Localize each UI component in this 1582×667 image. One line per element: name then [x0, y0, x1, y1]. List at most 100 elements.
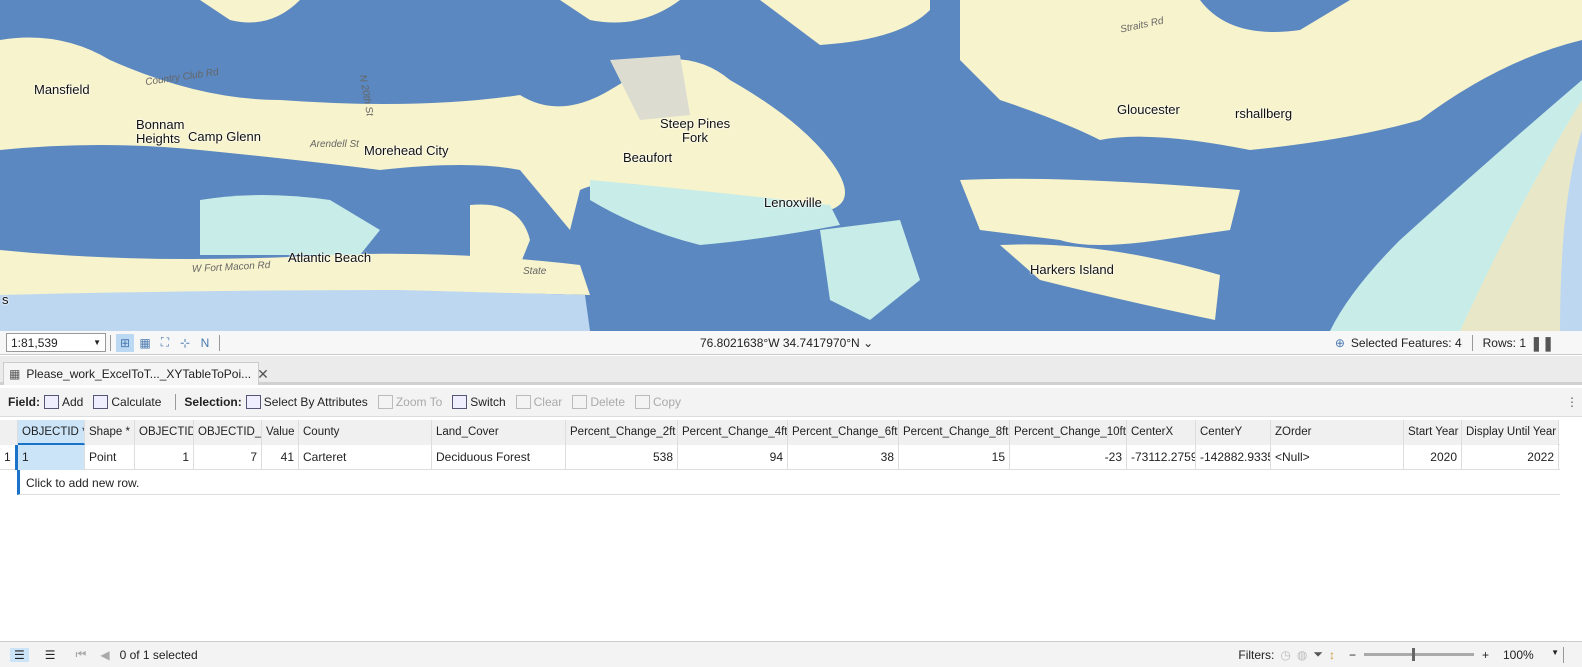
switch-button[interactable]: Switch: [452, 395, 506, 409]
table-cell[interactable]: Carteret: [299, 445, 432, 470]
delete-button[interactable]: Delete: [572, 395, 625, 409]
table-cell[interactable]: -142882.9335: [1196, 445, 1271, 470]
table-cell[interactable]: 94: [678, 445, 788, 470]
close-icon[interactable]: ✕: [257, 366, 269, 383]
column-header[interactable]: Percent_Change_4ft: [678, 420, 788, 445]
rows-count: Rows: 1: [1482, 336, 1526, 350]
table-cell[interactable]: 7: [194, 445, 262, 470]
select-by-attributes-button[interactable]: Select By Attributes: [245, 395, 368, 409]
table-cell[interactable]: Deciduous Forest: [432, 445, 566, 470]
table-cell[interactable]: -73112.2759: [1127, 445, 1196, 470]
snapping-icon[interactable]: ⛶: [156, 334, 174, 352]
table-toolbar: Field: Add Calculate Selection: Select B…: [0, 388, 1582, 417]
column-header[interactable]: Display Until Year: [1462, 420, 1559, 445]
select-all-corner[interactable]: [0, 420, 18, 445]
table-cell[interactable]: 2020: [1404, 445, 1462, 470]
column-header[interactable]: Percent_Change_8ft: [899, 420, 1010, 445]
table-cell[interactable]: 1: [18, 445, 85, 470]
divider: [1471, 335, 1473, 351]
selection-count: 0 of 1 selected: [119, 647, 198, 662]
grid-snap-icon[interactable]: ⊞: [116, 333, 134, 352]
table-cell[interactable]: <Null>: [1271, 445, 1404, 470]
north-arrow-icon[interactable]: N: [196, 334, 214, 352]
table-cell[interactable]: -23: [1010, 445, 1127, 470]
table-header: OBJECTID * Shape * OBJECTID OBJECTID__ Value…: [0, 420, 1560, 445]
pause-icon[interactable]: ❚❚: [1531, 335, 1554, 352]
column-header[interactable]: OBJECTID: [135, 420, 194, 445]
show-all-records-icon[interactable]: ☰: [10, 647, 29, 662]
slider-handle[interactable]: [1411, 648, 1415, 661]
table-cell[interactable]: 538: [566, 445, 678, 470]
table-cell[interactable]: 38: [788, 445, 899, 470]
table-cell[interactable]: 15: [899, 445, 1010, 470]
show-selected-records-icon[interactable]: ☰: [45, 648, 56, 662]
table-cell[interactable]: Point: [85, 445, 135, 470]
column-header[interactable]: CenterX: [1127, 420, 1196, 445]
selected-features-count: Selected Features: 4: [1350, 336, 1462, 350]
table-row[interactable]: 1 1 Point 1 7 41 Carteret Deciduous Forest 538 94…: [0, 445, 1560, 470]
delete-label: Delete: [590, 395, 625, 409]
map-label: rshallberg: [1235, 106, 1293, 121]
selection-status: ⊕ Selected Features: 4 Rows: 1: [1335, 335, 1526, 351]
zoom-to-icon: [377, 395, 393, 409]
column-header[interactable]: County: [299, 420, 432, 445]
column-header[interactable]: CenterY: [1196, 420, 1271, 445]
grid-icon[interactable]: ▦: [136, 334, 154, 352]
scale-dropdown[interactable]: 1:81,539 ▼: [6, 333, 106, 352]
copy-label: Copy: [653, 395, 682, 409]
add-field-icon: [44, 395, 59, 409]
clear-button[interactable]: Clear: [515, 395, 563, 409]
zoom-slider[interactable]: [1363, 648, 1474, 661]
calculate-button[interactable]: Calculate: [93, 395, 161, 409]
map-canvas: [0, 0, 1582, 331]
range-filter-icon[interactable]: ◍: [1297, 648, 1307, 662]
divider: [219, 334, 220, 351]
row-number[interactable]: 1: [0, 445, 18, 470]
copy-icon: [635, 395, 650, 409]
sort-icon[interactable]: ↕: [1329, 648, 1335, 662]
map-label: Fork: [682, 130, 708, 145]
constraint-icon[interactable]: ⊹: [176, 334, 194, 352]
column-header[interactable]: Percent_Change_6ft: [788, 420, 899, 445]
previous-page-icon[interactable]: ◀: [100, 648, 109, 662]
zoom-level-dropdown[interactable]: 100% ▼: [1503, 648, 1559, 662]
column-header[interactable]: Percent_Change_10ft: [1010, 420, 1127, 445]
table-cell[interactable]: 2022: [1462, 445, 1559, 470]
add-field-button[interactable]: Add: [44, 395, 83, 409]
column-header[interactable]: Shape *: [85, 420, 135, 445]
column-header[interactable]: Percent_Change_2ft: [566, 420, 678, 445]
map-label: Steep Pines: [660, 116, 731, 131]
zoom-to-button[interactable]: Zoom To: [377, 395, 442, 409]
add-label: Add: [62, 395, 84, 409]
table-cell[interactable]: 1: [135, 445, 194, 470]
column-header[interactable]: ZOrder: [1271, 420, 1404, 445]
switch-label: Switch: [470, 395, 506, 409]
tab-label: Please_work_ExcelToT..._XYTableToPoi...: [26, 367, 252, 381]
time-filter-icon[interactable]: ◷: [1280, 648, 1290, 662]
zoom-out-icon[interactable]: −: [1349, 648, 1356, 662]
coordinate-readout[interactable]: 76.8021638°W 34.7417970°N ⌄: [700, 336, 873, 350]
map-view[interactable]: Mansfield Country Club Rd N 20th St Bonn…: [0, 0, 1582, 331]
copy-button[interactable]: Copy: [635, 395, 681, 409]
column-header[interactable]: OBJECTID__: [194, 420, 262, 445]
more-options-icon[interactable]: ⋮: [1566, 395, 1578, 409]
column-header[interactable]: Value: [262, 420, 299, 445]
chevron-down-icon: ▼: [93, 338, 101, 347]
zoom-level: 100%: [1503, 647, 1534, 662]
table-cell[interactable]: 41: [262, 445, 299, 470]
filter-icon[interactable]: ⏷: [1313, 647, 1323, 662]
column-header[interactable]: Start Year: [1404, 420, 1462, 445]
column-header[interactable]: OBJECTID *: [18, 420, 85, 445]
add-row-text[interactable]: Click to add new row.: [26, 476, 139, 490]
map-label: Heights: [136, 131, 181, 146]
zoom-in-icon[interactable]: +: [1482, 648, 1489, 662]
add-row[interactable]: Click to add new row.: [17, 470, 1560, 495]
column-header[interactable]: Land_Cover: [432, 420, 566, 445]
zoom-selected-icon[interactable]: ⊕: [1335, 336, 1345, 350]
calculate-label: Calculate: [111, 395, 162, 409]
first-page-icon[interactable]: ⏮: [76, 647, 87, 662]
attribute-table: OBJECTID * Shape * OBJECTID OBJECTID__ Value…: [0, 420, 1560, 495]
scale-value: 1:81,539: [11, 335, 58, 350]
tab-attribute-table[interactable]: ▦ Please_work_ExcelToT..._XYTableToPoi..…: [3, 362, 269, 385]
clear-label: Clear: [533, 395, 563, 409]
